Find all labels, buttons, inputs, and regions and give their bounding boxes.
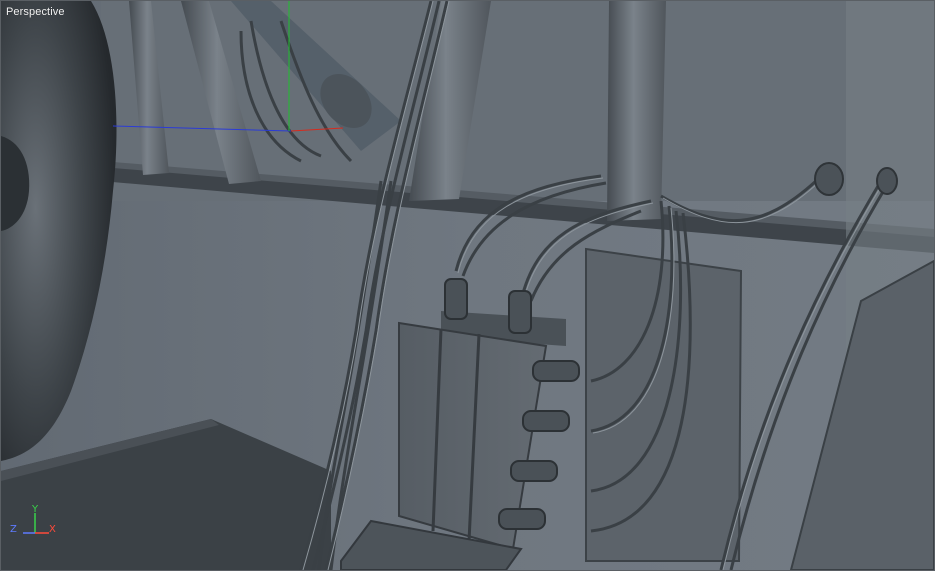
3d-viewport[interactable]: Perspective Y Z X (0, 0, 935, 571)
viewport-scene[interactable] (1, 1, 934, 570)
box-top-connector-1 (444, 278, 468, 320)
pole-right (607, 1, 666, 221)
axis-z-label: Z (10, 524, 17, 535)
axis-x-label: X (49, 524, 56, 535)
wall-connector-1 (814, 162, 844, 196)
wall-connector-2 (876, 167, 898, 195)
axis-y-label: Y (32, 504, 39, 515)
mounting-board (585, 247, 743, 562)
viewport-view-name[interactable]: Perspective (6, 6, 65, 18)
box-top-connector-2 (508, 290, 532, 334)
axis-gizmo: Y Z X (7, 503, 63, 543)
